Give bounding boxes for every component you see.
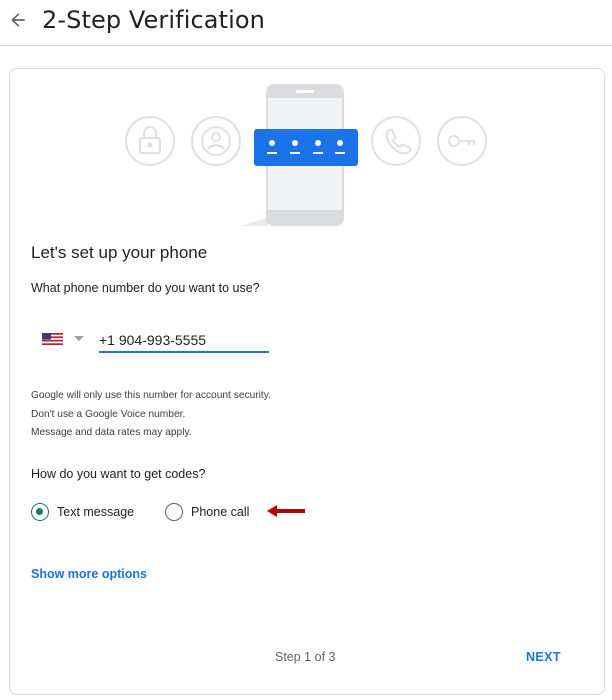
codes-question: How do you want to get codes? [31, 467, 206, 481]
key-icon [437, 116, 487, 166]
account-icon [191, 116, 241, 166]
phone-call-radio[interactable] [165, 503, 183, 521]
country-dropdown-caret-icon[interactable] [74, 336, 84, 341]
note-line: Google will only use this number for acc… [31, 390, 271, 401]
setup-title: Let's set up your phone [31, 243, 208, 262]
us-flag-icon[interactable] [42, 333, 63, 345]
step-indicator: Step 1 of 3 [275, 650, 336, 664]
phone-question: What phone number do you want to use? [31, 281, 260, 295]
phone-number-input[interactable] [99, 330, 269, 353]
phone-call-label[interactable]: Phone call [191, 505, 249, 519]
verification-illustration [125, 84, 487, 226]
phone-icon [371, 116, 421, 166]
note-line: Don't use a Google Voice number. [31, 408, 186, 420]
security-notes: Google will only use this number for acc… [31, 387, 271, 443]
text-message-radio[interactable] [31, 503, 49, 521]
show-more-options-link[interactable]: Show more options [31, 567, 147, 581]
text-message-label[interactable]: Text message [57, 505, 134, 519]
radio-selected-dot [36, 508, 43, 515]
annotation-arrow-icon [267, 505, 305, 517]
note-line: Message and data rates may apply. [31, 427, 192, 438]
next-button[interactable]: NEXT [526, 650, 561, 664]
lock-icon [125, 116, 175, 166]
